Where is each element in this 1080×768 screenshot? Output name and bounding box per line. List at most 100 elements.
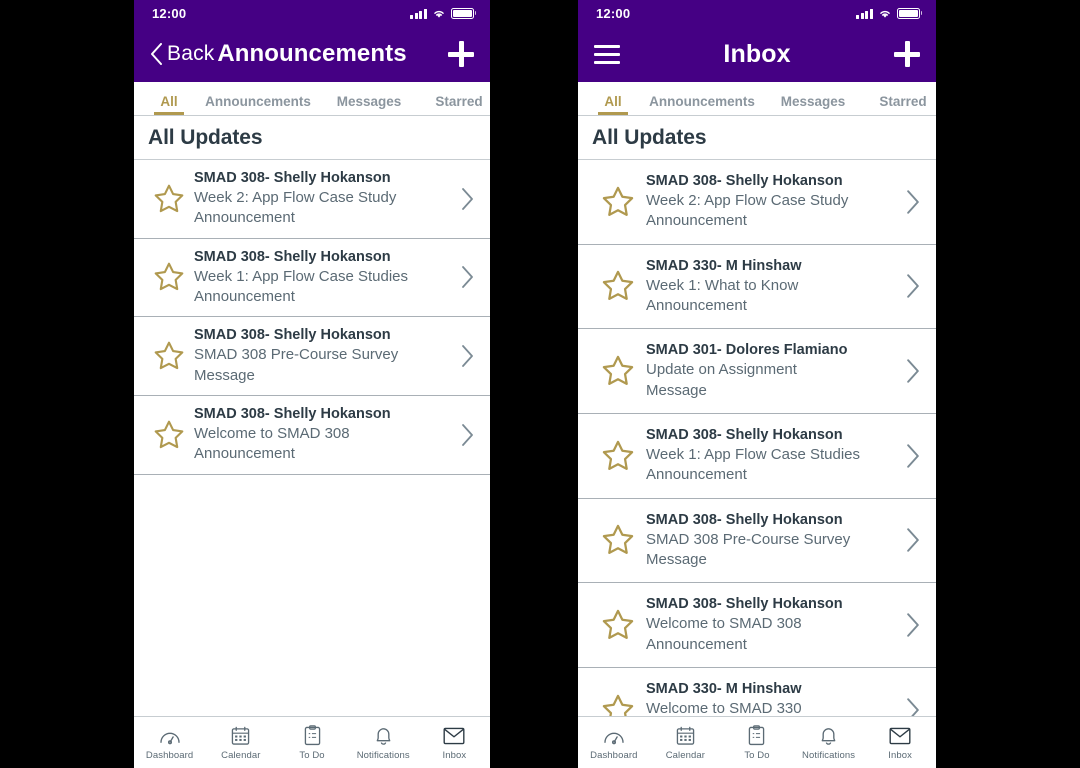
chevron-right-icon — [454, 345, 480, 367]
star-outline-icon[interactable] — [592, 692, 644, 716]
bottom-tab-notifications[interactable]: Notifications — [348, 725, 419, 761]
back-button[interactable]: Back — [150, 42, 215, 66]
tab-messages[interactable]: Messages — [320, 94, 418, 115]
bottom-tab-label: Calendar — [221, 749, 261, 761]
filter-tabs: All Announcements Messages Starred — [134, 82, 490, 116]
plus-icon[interactable] — [894, 41, 920, 67]
list-item-type: Announcement — [646, 635, 747, 653]
list-item-subject: Week 2: App Flow Case Study — [194, 189, 397, 207]
star-outline-icon[interactable] — [592, 184, 644, 220]
chevron-right-icon — [900, 528, 926, 553]
tab-starred[interactable]: Starred — [862, 94, 936, 115]
list-item-subject: Update on Assignment — [646, 361, 797, 379]
star-outline-icon[interactable] — [592, 353, 644, 389]
star-outline-icon[interactable] — [592, 522, 644, 558]
star-outline-icon[interactable] — [146, 339, 192, 373]
bottom-tab-todo[interactable]: To Do — [721, 725, 793, 761]
list-item-subject: Welcome to SMAD 308 — [646, 615, 802, 633]
section-header: All Updates — [134, 116, 490, 160]
list-item-subject: Week 2: App Flow Case Study — [646, 192, 849, 210]
list-item-course: SMAD 308- Shelly Hokanson — [194, 405, 391, 422]
list-item-body: SMAD 308- Shelly Hokanson Week 2: App Fl… — [644, 172, 900, 232]
list-item[interactable]: SMAD 301- Dolores Flamiano Update on Ass… — [578, 329, 936, 414]
list-item[interactable]: SMAD 308- Shelly Hokanson Welcome to SMA… — [578, 583, 936, 668]
list-item-course: SMAD 308- Shelly Hokanson — [194, 327, 391, 344]
list-item[interactable]: SMAD 308- Shelly Hokanson Welcome to SMA… — [134, 395, 490, 475]
bottom-tab-label: Dashboard — [145, 749, 194, 761]
star-outline-icon[interactable] — [592, 607, 644, 643]
list-item-body: SMAD 308- Shelly Hokanson Welcome to SMA… — [192, 405, 454, 465]
bottom-tab-inbox[interactable]: Inbox — [864, 725, 936, 761]
updates-list[interactable]: SMAD 308- Shelly Hokanson Week 2: App Fl… — [134, 160, 490, 716]
filter-tabs: All Announcements Messages Starred — [578, 82, 936, 116]
bell-icon — [374, 725, 393, 747]
list-item[interactable]: SMAD 308- Shelly Hokanson Week 1: App Fl… — [134, 238, 490, 318]
clipboard-icon — [304, 725, 321, 747]
bottom-tab-label: To Do — [299, 749, 325, 761]
list-item-subject: SMAD 308 Pre-Course Survey — [194, 346, 399, 364]
dashboard-gauge-icon — [159, 725, 181, 747]
star-outline-icon[interactable] — [146, 182, 192, 216]
list-item[interactable]: SMAD 308- Shelly Hokanson SMAD 308 Pre-C… — [134, 317, 490, 396]
bottom-tab-dashboard[interactable]: Dashboard — [134, 725, 205, 761]
navigation-bar: Back Announcements — [134, 26, 490, 82]
hamburger-menu-icon[interactable] — [594, 44, 620, 64]
chevron-right-icon — [454, 187, 480, 210]
battery-icon — [450, 7, 476, 19]
list-item-body: SMAD 308- Shelly Hokanson Week 1: App Fl… — [192, 248, 454, 308]
list-item-type: Announcement — [646, 297, 747, 314]
list-item[interactable]: SMAD 308- Shelly Hokanson Week 2: App Fl… — [134, 160, 490, 239]
plus-icon[interactable] — [448, 41, 474, 67]
list-item-course: SMAD 308- Shelly Hokanson — [194, 170, 391, 186]
list-item-course: SMAD 330- M Hinshaw — [646, 680, 802, 697]
list-item-course: SMAD 308- Shelly Hokanson — [646, 426, 843, 443]
star-outline-icon[interactable] — [146, 418, 192, 452]
chevron-right-icon — [900, 190, 926, 214]
star-outline-icon[interactable] — [592, 438, 644, 474]
chevron-right-icon — [454, 423, 480, 446]
bottom-tab-todo[interactable]: To Do — [276, 725, 347, 761]
bottom-tab-notifications[interactable]: Notifications — [793, 725, 865, 761]
tab-all[interactable]: All — [142, 94, 196, 115]
bottom-tab-inbox[interactable]: Inbox — [419, 725, 490, 761]
star-outline-icon[interactable] — [592, 268, 644, 304]
tab-announcements[interactable]: Announcements — [196, 94, 320, 115]
list-item-course: SMAD 308- Shelly Hokanson — [646, 173, 843, 189]
list-item-body: SMAD 330- M Hinshaw Welcome to SMAD 330 … — [644, 680, 900, 716]
status-indicators — [410, 7, 476, 19]
bottom-tab-dashboard[interactable]: Dashboard — [578, 725, 650, 761]
chevron-right-icon — [900, 613, 926, 637]
battery-icon — [896, 7, 922, 19]
list-item-course: SMAD 330- M Hinshaw — [646, 257, 802, 274]
list-item-body: SMAD 330- M Hinshaw Week 1: What to Know… — [644, 257, 900, 317]
bottom-tab-calendar[interactable]: Calendar — [650, 725, 722, 761]
tab-announcements[interactable]: Announcements — [640, 94, 764, 115]
calendar-icon — [676, 725, 695, 747]
list-item[interactable]: SMAD 330- M Hinshaw Week 1: What to Know… — [578, 244, 936, 330]
list-item-body: SMAD 308- Shelly Hokanson SMAD 308 Pre-C… — [192, 326, 454, 386]
list-item-body: SMAD 301- Dolores Flamiano Update on Ass… — [644, 341, 900, 401]
list-item-subject: Week 1: What to Know — [646, 276, 799, 294]
chevron-right-icon — [900, 274, 926, 299]
list-item[interactable]: SMAD 308- Shelly Hokanson Week 1: App Fl… — [578, 413, 936, 499]
list-item-type: Announcement — [194, 445, 295, 463]
bottom-tab-calendar[interactable]: Calendar — [205, 725, 276, 761]
list-item[interactable]: SMAD 308- Shelly Hokanson Week 2: App Fl… — [578, 160, 936, 245]
tab-all[interactable]: All — [586, 94, 640, 115]
wifi-icon — [878, 8, 892, 19]
chevron-right-icon — [900, 359, 926, 383]
list-item[interactable]: SMAD 330- M Hinshaw Welcome to SMAD 330 … — [578, 667, 936, 716]
tab-messages[interactable]: Messages — [764, 94, 862, 115]
bottom-tab-label: Dashboard — [590, 749, 638, 761]
tab-starred[interactable]: Starred — [418, 94, 490, 115]
chevron-right-icon — [900, 697, 926, 716]
section-title: All Updates — [592, 125, 707, 149]
envelope-icon — [889, 725, 911, 747]
list-item[interactable]: SMAD 308- Shelly Hokanson SMAD 308 Pre-C… — [578, 498, 936, 584]
list-item-course: SMAD 308- Shelly Hokanson — [646, 596, 843, 613]
star-outline-icon[interactable] — [146, 260, 192, 294]
chevron-right-icon — [900, 443, 926, 468]
calendar-icon — [231, 725, 250, 747]
chevron-right-icon — [454, 266, 480, 289]
updates-list[interactable]: SMAD 308- Shelly Hokanson Week 2: App Fl… — [578, 160, 936, 716]
